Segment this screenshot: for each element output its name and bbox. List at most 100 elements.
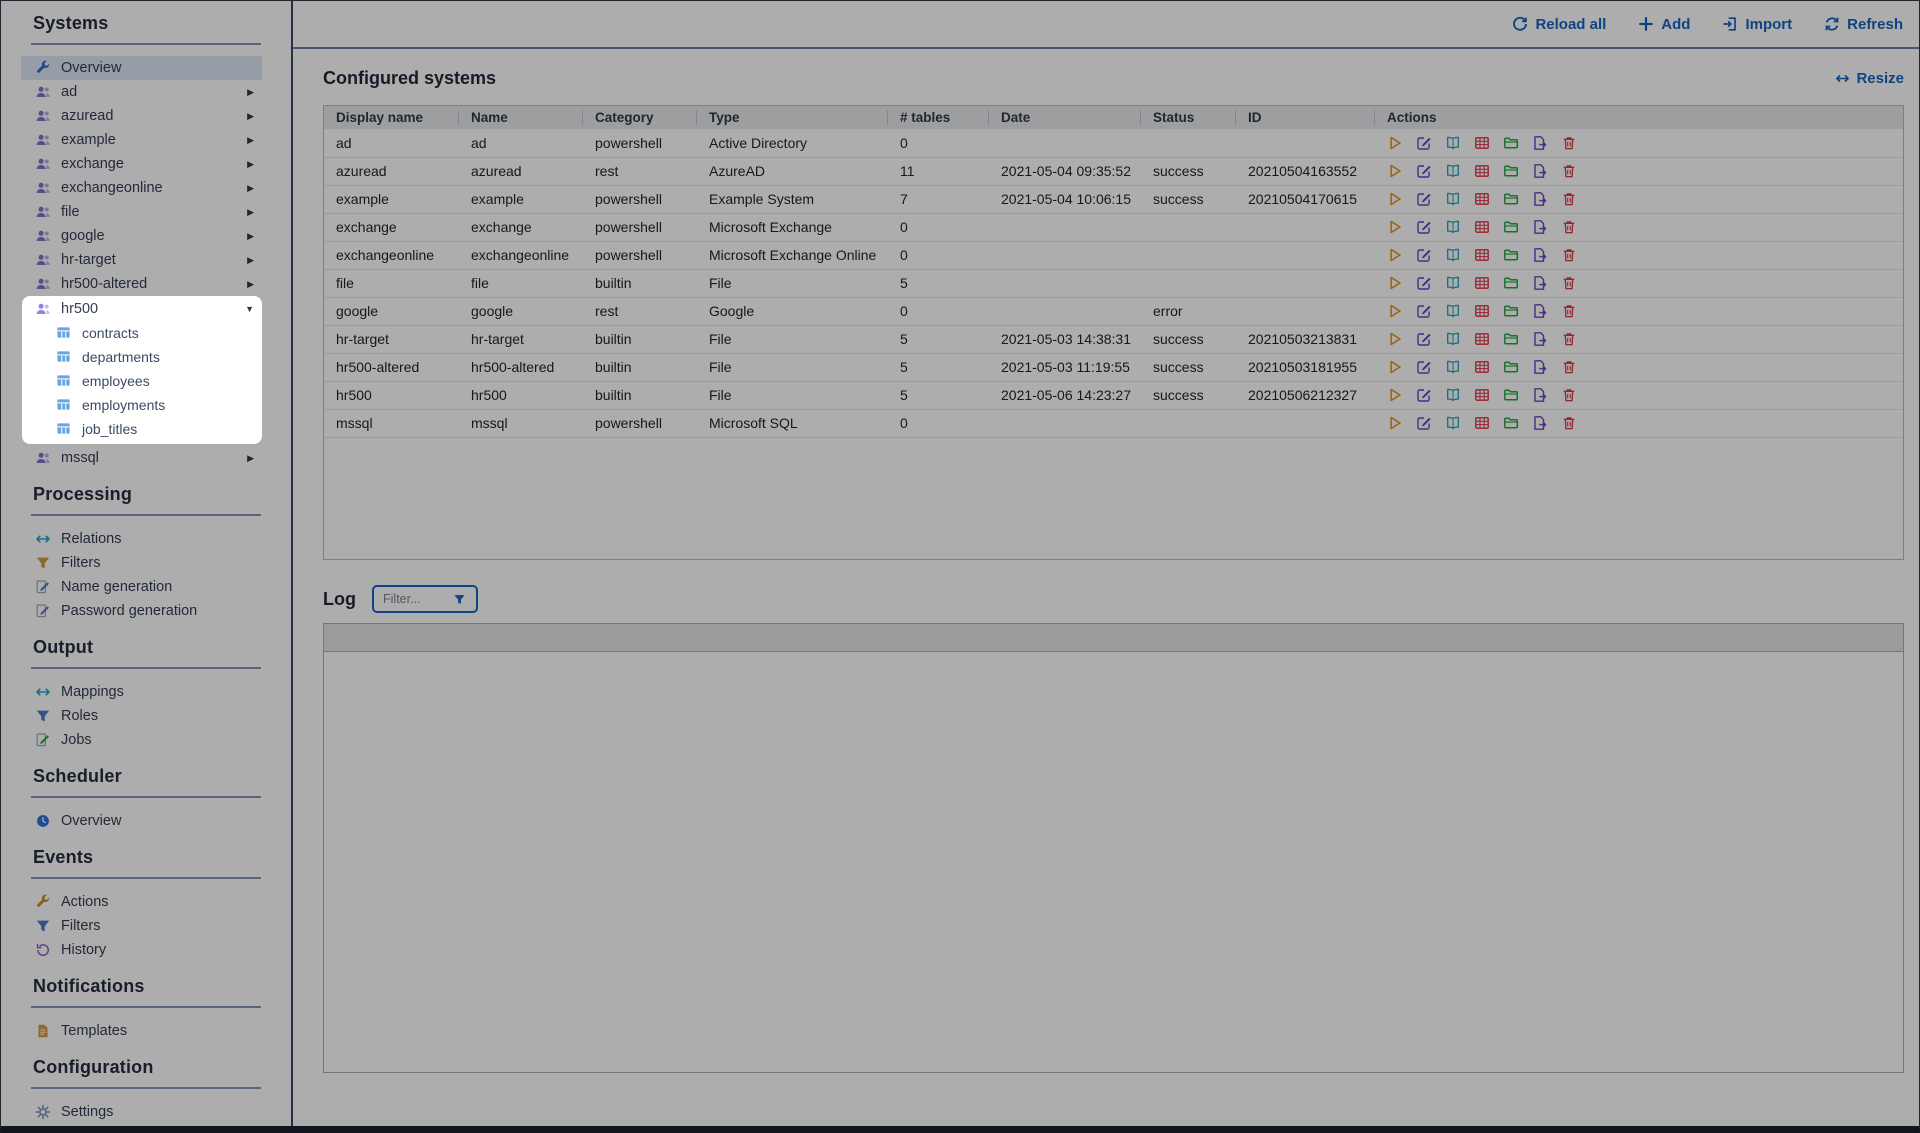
action-data-button[interactable] — [1474, 191, 1490, 207]
sidebar-subitem-job-titles[interactable]: job_titles — [22, 417, 262, 441]
action-browse-button[interactable] — [1445, 135, 1461, 151]
action-delete-button[interactable] — [1561, 331, 1577, 347]
sidebar-item-hr-target[interactable]: hr-target▶ — [21, 248, 262, 272]
table-row-example[interactable]: exampleexamplepowershellExample System72… — [324, 185, 1903, 213]
action-browse-button[interactable] — [1445, 191, 1461, 207]
sidebar-item-history[interactable]: History — [21, 938, 262, 962]
table-row-exchangeonline[interactable]: exchangeonlineexchangeonlinepowershellMi… — [324, 241, 1903, 269]
sidebar-item-azuread[interactable]: azuread▶ — [21, 104, 262, 128]
action-delete-button[interactable] — [1561, 359, 1577, 375]
sidebar-item-google[interactable]: google▶ — [21, 224, 262, 248]
action-run-button[interactable] — [1387, 415, 1403, 431]
sidebar-item-exchangeonline[interactable]: exchangeonline▶ — [21, 176, 262, 200]
table-row-hr500-altered[interactable]: hr500-alteredhr500-alteredbuiltinFile520… — [324, 353, 1903, 381]
action-browse-button[interactable] — [1445, 331, 1461, 347]
refresh-button[interactable]: Refresh — [1824, 16, 1903, 33]
sidebar-item-mssql[interactable]: mssql▶ — [21, 446, 262, 470]
action-export-button[interactable] — [1532, 359, 1548, 375]
action-open-button[interactable] — [1503, 303, 1519, 319]
action-delete-button[interactable] — [1561, 275, 1577, 291]
action-run-button[interactable] — [1387, 247, 1403, 263]
action-browse-button[interactable] — [1445, 275, 1461, 291]
sidebar-item-overview[interactable]: Overview — [21, 56, 262, 80]
action-open-button[interactable] — [1503, 387, 1519, 403]
action-edit-button[interactable] — [1416, 415, 1432, 431]
action-export-button[interactable] — [1532, 191, 1548, 207]
action-delete-button[interactable] — [1561, 219, 1577, 235]
action-run-button[interactable] — [1387, 163, 1403, 179]
table-row-ad[interactable]: adadpowershellActive Directory0 — [324, 129, 1903, 157]
action-data-button[interactable] — [1474, 387, 1490, 403]
action-data-button[interactable] — [1474, 331, 1490, 347]
action-data-button[interactable] — [1474, 219, 1490, 235]
action-browse-button[interactable] — [1445, 219, 1461, 235]
sidebar-subitem-employees[interactable]: employees — [22, 369, 262, 393]
action-data-button[interactable] — [1474, 415, 1490, 431]
action-edit-button[interactable] — [1416, 387, 1432, 403]
action-open-button[interactable] — [1503, 331, 1519, 347]
action-browse-button[interactable] — [1445, 387, 1461, 403]
sidebar-subitem-contracts[interactable]: contracts — [22, 321, 262, 345]
sidebar-item-ad[interactable]: ad▶ — [21, 80, 262, 104]
action-edit-button[interactable] — [1416, 275, 1432, 291]
action-open-button[interactable] — [1503, 219, 1519, 235]
sidebar-item-name-generation[interactable]: Name generation — [21, 575, 262, 599]
reload-all-button[interactable]: Reload all — [1512, 16, 1606, 33]
sidebar-subitem-employments[interactable]: employments — [22, 393, 262, 417]
action-open-button[interactable] — [1503, 275, 1519, 291]
action-edit-button[interactable] — [1416, 191, 1432, 207]
action-data-button[interactable] — [1474, 163, 1490, 179]
action-edit-button[interactable] — [1416, 331, 1432, 347]
sidebar-item-hr500-altered[interactable]: hr500-altered▶ — [21, 272, 262, 296]
action-run-button[interactable] — [1387, 331, 1403, 347]
action-data-button[interactable] — [1474, 247, 1490, 263]
action-export-button[interactable] — [1532, 163, 1548, 179]
action-edit-button[interactable] — [1416, 303, 1432, 319]
action-export-button[interactable] — [1532, 387, 1548, 403]
action-run-button[interactable] — [1387, 135, 1403, 151]
action-browse-button[interactable] — [1445, 415, 1461, 431]
action-browse-button[interactable] — [1445, 163, 1461, 179]
action-data-button[interactable] — [1474, 359, 1490, 375]
action-delete-button[interactable] — [1561, 303, 1577, 319]
action-open-button[interactable] — [1503, 135, 1519, 151]
sidebar-item-actions[interactable]: Actions — [21, 890, 262, 914]
sidebar-item-password-generation[interactable]: Password generation — [21, 599, 262, 623]
action-export-button[interactable] — [1532, 415, 1548, 431]
action-data-button[interactable] — [1474, 275, 1490, 291]
sidebar-item-jobs[interactable]: Jobs — [21, 728, 262, 752]
action-delete-button[interactable] — [1561, 191, 1577, 207]
action-run-button[interactable] — [1387, 303, 1403, 319]
sidebar-item-exchange[interactable]: exchange▶ — [21, 152, 262, 176]
sidebar-item-templates[interactable]: Templates — [21, 1019, 262, 1043]
action-export-button[interactable] — [1532, 275, 1548, 291]
action-delete-button[interactable] — [1561, 387, 1577, 403]
action-export-button[interactable] — [1532, 331, 1548, 347]
log-filter-input[interactable] — [381, 591, 449, 607]
sidebar-item-roles[interactable]: Roles — [21, 704, 262, 728]
action-edit-button[interactable] — [1416, 163, 1432, 179]
action-open-button[interactable] — [1503, 191, 1519, 207]
action-open-button[interactable] — [1503, 415, 1519, 431]
action-data-button[interactable] — [1474, 135, 1490, 151]
action-run-button[interactable] — [1387, 359, 1403, 375]
sidebar-item-filters[interactable]: Filters — [21, 914, 262, 938]
action-delete-button[interactable] — [1561, 135, 1577, 151]
sidebar-item-overview[interactable]: Overview — [21, 809, 262, 833]
action-edit-button[interactable] — [1416, 219, 1432, 235]
action-run-button[interactable] — [1387, 275, 1403, 291]
action-data-button[interactable] — [1474, 303, 1490, 319]
table-row-azuread[interactable]: azureadazureadrestAzureAD112021-05-04 09… — [324, 157, 1903, 185]
sidebar-subitem-departments[interactable]: departments — [22, 345, 262, 369]
table-row-exchange[interactable]: exchangeexchangepowershellMicrosoft Exch… — [324, 213, 1903, 241]
action-edit-button[interactable] — [1416, 359, 1432, 375]
action-export-button[interactable] — [1532, 219, 1548, 235]
import-button[interactable]: Import — [1722, 16, 1792, 33]
action-delete-button[interactable] — [1561, 247, 1577, 263]
table-row-hr500[interactable]: hr500hr500builtinFile52021-05-06 14:23:2… — [324, 381, 1903, 409]
action-edit-button[interactable] — [1416, 135, 1432, 151]
sidebar-item-filters[interactable]: Filters — [21, 551, 262, 575]
action-export-button[interactable] — [1532, 135, 1548, 151]
sidebar-item-example[interactable]: example▶ — [21, 128, 262, 152]
sidebar-item-mappings[interactable]: Mappings — [21, 680, 262, 704]
